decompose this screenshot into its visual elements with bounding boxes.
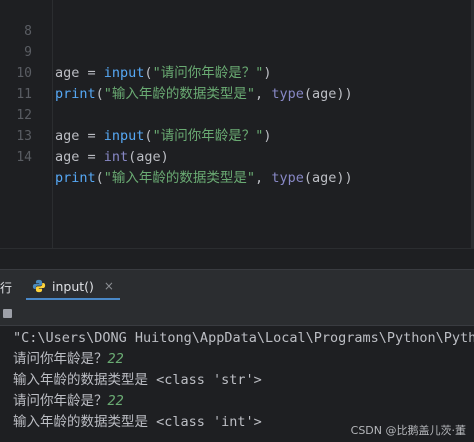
run-tab-label: input() <box>52 278 94 294</box>
console-command-line: "C:\Users\DONG Huitong\AppData\Local\Pro… <box>13 330 474 346</box>
code-token-builtin: int <box>103 149 129 165</box>
code-token-paren: ( <box>95 170 104 186</box>
line-number: 14 <box>16 150 32 165</box>
python-icon <box>32 279 46 293</box>
code-token-args: (age) <box>303 170 345 186</box>
code-line[interactable]: 12 age = input("请问你年龄是？") <box>0 84 474 144</box>
code-line[interactable]: 10 print("输入年龄的数据类型是", type(age)) <box>0 42 474 102</box>
code-text: age = int(age) <box>55 147 169 168</box>
code-token-builtin: type <box>271 170 304 186</box>
run-tab-input[interactable]: input() × <box>26 274 120 300</box>
console-user-input: 22 <box>107 351 124 367</box>
console-line: 请问你年龄是？22 <box>13 349 124 370</box>
code-line[interactable]: 14 print("输入年龄的数据类型是", type(age)) <box>0 126 474 186</box>
run-console[interactable]: "C:\Users\DONG Huitong\AppData\Local\Pro… <box>0 326 474 442</box>
editor-bottom-area <box>0 248 474 269</box>
code-token-operator: = <box>79 149 104 165</box>
code-token-string: "输入年龄的数据类型是" <box>103 170 256 186</box>
code-line[interactable]: 8 <box>0 0 474 39</box>
code-token-variable: age <box>55 149 80 165</box>
console-prompt: 请问你年龄是？ <box>13 351 108 367</box>
run-panel-label[interactable]: 行 <box>0 279 12 296</box>
code-line[interactable]: 13 age = int(age) <box>0 105 474 165</box>
code-token-args: (age) <box>128 149 169 165</box>
console-output-line: 输入年龄的数据类型是 <class 'int'> <box>13 414 262 430</box>
run-toolbar <box>0 301 474 325</box>
console-output-line: 输入年龄的数据类型是 <class 'str'> <box>13 372 262 388</box>
code-line[interactable]: 9 age = input("请问你年龄是？") <box>0 21 474 81</box>
stop-icon[interactable] <box>3 309 12 318</box>
code-token-paren: ) <box>344 170 353 186</box>
code-token-separator: , <box>255 170 272 186</box>
run-tool-window-header: 行 input() × <box>0 269 474 302</box>
watermark: CSDN @比鹅盖儿茨·董 <box>350 424 466 437</box>
console-prompt: 请问你年龄是？ <box>13 393 108 409</box>
code-text: print("输入年龄的数据类型是", type(age)) <box>55 168 353 189</box>
code-token-function: print <box>55 170 96 186</box>
console-user-input: 22 <box>107 393 124 409</box>
code-editor[interactable]: 8 9 age = input("请问你年龄是？") 10 print("输入年… <box>0 0 474 248</box>
code-line[interactable]: 11 <box>0 63 474 102</box>
console-line: 请问你年龄是？22 <box>13 391 124 412</box>
close-icon[interactable]: × <box>104 279 114 293</box>
